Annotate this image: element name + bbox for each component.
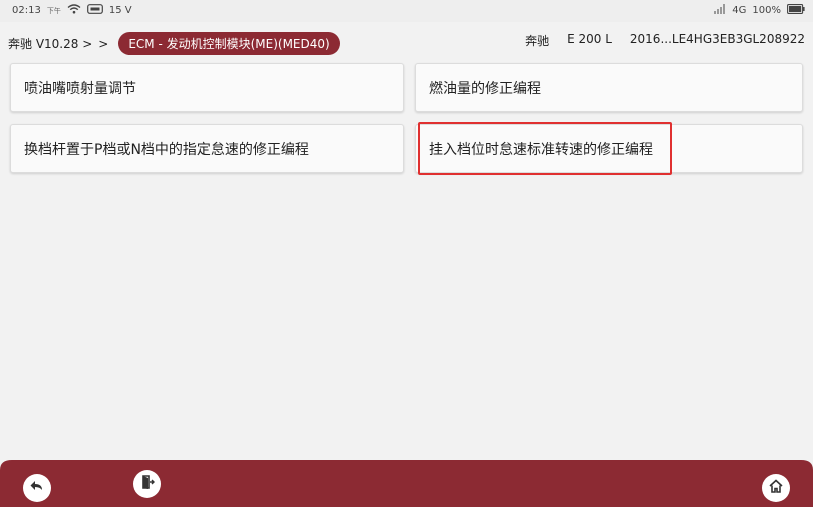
bottom-bar-background [0,460,813,507]
vehicle-vin: 2016...LE4HG3EB3GL208922 [629,32,805,46]
exit-button[interactable] [133,470,161,498]
status-bar: 02:13 下午 15 V 4G 100% [0,0,813,22]
breadcrumb-app-version[interactable]: 奔驰 V10.28 > [8,35,92,52]
status-right: 4G 100% [714,4,805,17]
back-button[interactable] [23,474,51,502]
header: 奔驰 V10.28 > > ECM - 发动机控制模块(ME)(MED40) 奔… [0,22,813,58]
home-icon [768,478,784,498]
breadcrumb: 奔驰 V10.28 > > ECM - 发动机控制模块(ME)(MED40) [8,32,340,55]
vehicle-info: 奔驰 E 200 L 2016...LE4HG3EB3GL208922 [525,32,805,49]
home-button[interactable] [762,474,790,502]
signal-icon [714,4,726,17]
status-time: 02:13 [12,5,41,16]
exit-door-icon [139,474,155,494]
status-ampm: 下午 [46,6,61,15]
device-link-icon [86,4,103,17]
vehicle-model: E 200 L [567,32,612,46]
breadcrumb-current-module[interactable]: ECM - 发动机控制模块(ME)(MED40) [118,32,340,55]
bottom-bar [0,460,813,507]
function-button-fuel-quantity-coding[interactable]: 燃油量的修正编程 [415,63,803,112]
status-battery-text: 100% [752,5,781,16]
vehicle-brand: 奔驰 [525,34,550,48]
wifi-icon [67,4,81,17]
function-button-gear-idle-coding[interactable]: 挂入档位时怠速标准转速的修正编程 [415,124,803,173]
back-arrow-icon [29,478,45,498]
breadcrumb-separator: > [98,36,109,51]
status-network: 4G [732,5,747,16]
function-button-injector-quantity[interactable]: 喷油嘴喷射量调节 [10,63,404,112]
battery-icon [787,4,805,17]
status-voltage: 15 V [108,5,132,16]
status-left: 02:13 下午 15 V [12,4,132,17]
function-button-idle-p-n-coding[interactable]: 换档杆置于P档或N档中的指定怠速的修正编程 [10,124,404,173]
